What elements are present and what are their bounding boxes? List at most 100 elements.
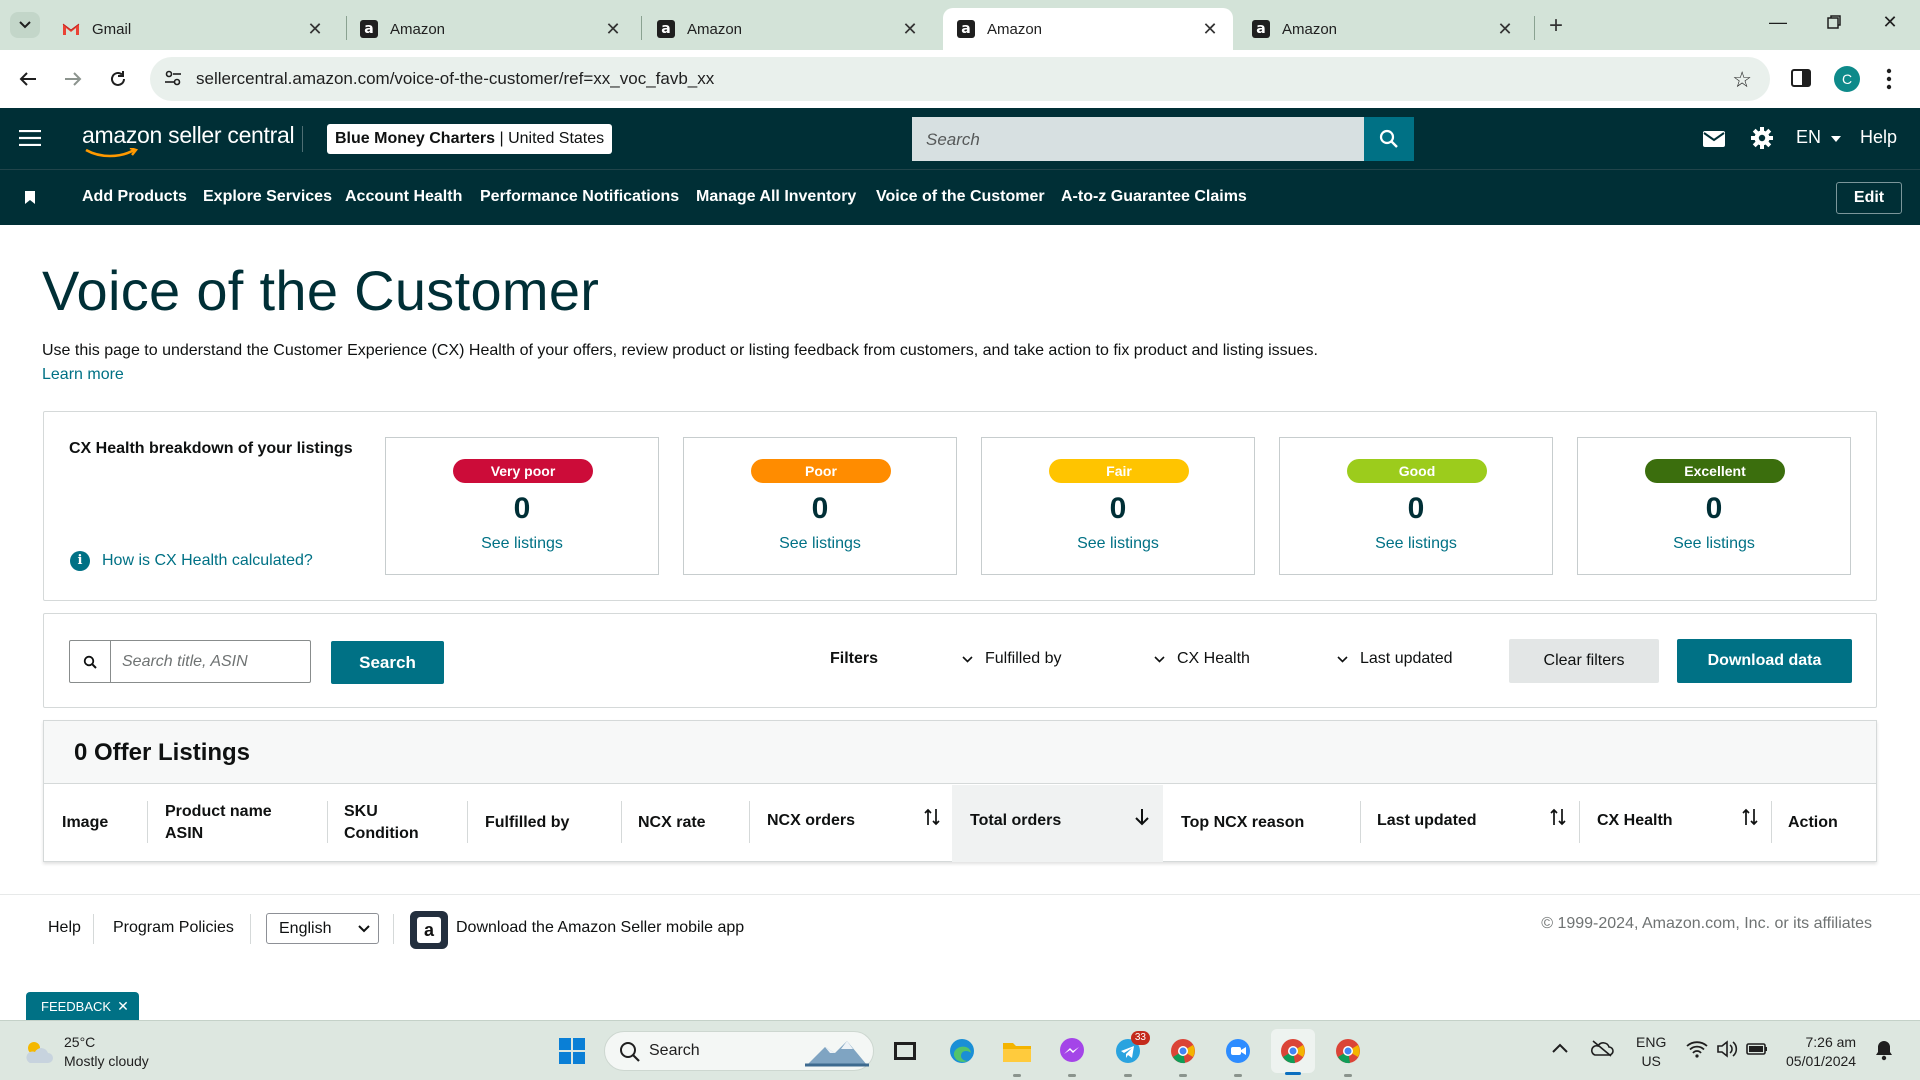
nav-voice-of-customer[interactable]: Voice of the Customer	[876, 188, 1045, 206]
close-icon[interactable]: ✕	[901, 19, 919, 40]
last-updated-dropdown[interactable]: Last updated	[1337, 650, 1453, 668]
window-close-icon[interactable]: ✕	[1878, 12, 1902, 33]
seller-central-logo[interactable]: amazon seller central	[82, 122, 295, 158]
new-tab-button[interactable]: +	[1542, 12, 1570, 40]
language-selector[interactable]: EN	[1796, 127, 1842, 148]
cx-health-help-link[interactable]: i How is CX Health calculated?	[70, 551, 313, 571]
folder-app-icon[interactable]	[1001, 1035, 1033, 1077]
taskbar-search-label: Search	[649, 1042, 700, 1059]
profile-avatar[interactable]: C	[1834, 66, 1860, 92]
close-icon[interactable]: ✕	[604, 19, 622, 40]
download-data-button[interactable]: Download data	[1677, 639, 1852, 683]
listing-count: 0	[513, 492, 531, 525]
listing-count: 0	[1407, 492, 1425, 525]
site-info-icon[interactable]	[164, 69, 182, 87]
windows-start-icon[interactable]	[556, 1035, 588, 1067]
tab-search-button[interactable]	[10, 12, 40, 38]
url-text[interactable]: sellercentral.amazon.com/voice-of-the-cu…	[196, 69, 714, 89]
tab-amazon-4[interactable]: a Amazon ✕	[1238, 8, 1528, 50]
column-header-cx-health[interactable]: CX Health	[1597, 810, 1673, 832]
battery-charging-icon[interactable]	[1746, 1041, 1768, 1057]
settings-gear-icon[interactable]	[1750, 126, 1774, 150]
address-bar[interactable]: sellercentral.amazon.com/voice-of-the-cu…	[150, 57, 1770, 101]
nav-performance-notifications[interactable]: Performance Notifications	[480, 188, 679, 206]
bookmark-icon[interactable]	[24, 190, 36, 205]
cx-health-dropdown[interactable]: CX Health	[1154, 650, 1250, 668]
messenger-app-icon[interactable]	[1056, 1035, 1088, 1077]
see-listings-link[interactable]: See listings	[386, 535, 658, 553]
bookmark-star-icon[interactable]: ☆	[1732, 67, 1752, 93]
see-listings-link[interactable]: See listings	[1280, 535, 1552, 553]
weather-widget[interactable]: 25°C Mostly cloudy	[22, 1033, 149, 1071]
sort-icon[interactable]	[1550, 807, 1566, 827]
download-app-link[interactable]: Download the Amazon Seller mobile app	[456, 919, 744, 937]
close-icon[interactable]: ✕	[306, 19, 324, 40]
zoom-app-icon[interactable]	[1222, 1035, 1254, 1077]
show-hidden-icons-chevron-icon[interactable]	[1552, 1043, 1568, 1053]
browser-menu-icon[interactable]	[1886, 68, 1892, 90]
mail-icon[interactable]	[1702, 130, 1726, 148]
sort-icon[interactable]	[924, 807, 940, 827]
volume-icon[interactable]	[1716, 1040, 1738, 1058]
column-header-ncx-orders[interactable]: NCX orders	[767, 810, 855, 832]
forward-icon[interactable]	[58, 64, 88, 94]
minimize-icon[interactable]: —	[1766, 12, 1790, 33]
nav-manage-inventory[interactable]: Manage All Inventory	[696, 188, 856, 206]
nav-a-to-z-claims[interactable]: A-to-z Guarantee Claims	[1061, 188, 1247, 206]
chrome-second-profile-icon[interactable]	[1332, 1035, 1364, 1077]
taskbar-search[interactable]: Search	[604, 1031, 874, 1071]
file-explorer-app-icon[interactable]	[889, 1035, 921, 1067]
see-listings-link[interactable]: See listings	[684, 535, 956, 553]
footer-program-policies-link[interactable]: Program Policies	[113, 919, 234, 937]
tab-amazon-1[interactable]: a Amazon ✕	[346, 8, 636, 50]
nav-add-products[interactable]: Add Products	[82, 188, 187, 206]
chrome-active-app-icon[interactable]	[1271, 1029, 1315, 1075]
telegram-app-icon[interactable]: 33	[1112, 1031, 1150, 1077]
close-icon[interactable]: ✕	[117, 998, 129, 1014]
nav-explore-services[interactable]: Explore Services	[203, 188, 332, 206]
learn-more-link[interactable]: Learn more	[42, 366, 124, 384]
header-help-link[interactable]: Help	[1860, 127, 1897, 148]
wifi-icon[interactable]	[1686, 1040, 1708, 1058]
region-code: US	[1641, 1053, 1661, 1069]
system-clock[interactable]: 7:26 am 05/01/2024	[1786, 1033, 1856, 1071]
tab-gmail[interactable]: Gmail ✕	[48, 8, 338, 50]
input-language-indicator[interactable]: ENG US	[1636, 1033, 1666, 1071]
column-label: Action	[1788, 814, 1838, 831]
back-icon[interactable]	[13, 64, 43, 94]
amazon-seller-app-icon[interactable]: a	[410, 911, 448, 949]
store-selector[interactable]: Blue Money Charters | United States	[327, 124, 613, 154]
restore-icon[interactable]	[1822, 12, 1846, 30]
side-panel-icon[interactable]	[1790, 67, 1812, 89]
listing-search-input[interactable]: Search title, ASIN	[69, 640, 311, 683]
tab-amazon-2[interactable]: a Amazon ✕	[643, 8, 933, 50]
header-search-placeholder: Search	[926, 130, 980, 149]
see-listings-link[interactable]: See listings	[982, 535, 1254, 553]
close-icon[interactable]: ✕	[1201, 19, 1219, 40]
column-header-last-updated[interactable]: Last updated	[1377, 810, 1477, 832]
edge-browser-icon[interactable]	[946, 1035, 978, 1067]
onedrive-offline-icon[interactable]	[1590, 1039, 1614, 1057]
notifications-bell-icon[interactable]	[1874, 1039, 1894, 1061]
hamburger-menu-icon[interactable]	[19, 130, 41, 146]
nav-account-health[interactable]: Account Health	[345, 188, 462, 206]
clear-filters-button[interactable]: Clear filters	[1509, 639, 1659, 683]
sort-descending-icon[interactable]	[1134, 807, 1150, 827]
search-button[interactable]: Search	[331, 641, 444, 684]
footer-help-link[interactable]: Help	[48, 919, 81, 937]
header-search[interactable]: Search	[912, 117, 1414, 161]
see-listings-link[interactable]: See listings	[1578, 535, 1850, 553]
edit-nav-button[interactable]: Edit	[1836, 182, 1902, 214]
fulfilled-by-dropdown[interactable]: Fulfilled by	[962, 650, 1061, 668]
footer-language-select[interactable]: English	[266, 913, 379, 944]
column-label: Image	[62, 814, 109, 831]
header-search-button[interactable]	[1364, 117, 1414, 161]
feedback-tab[interactable]: FEEDBACK ✕	[26, 992, 139, 1020]
sort-icon[interactable]	[1742, 807, 1758, 827]
reload-icon[interactable]	[103, 64, 133, 94]
chrome-profile-icon[interactable]	[1167, 1035, 1199, 1077]
tab-amazon-active[interactable]: a Amazon ✕	[943, 8, 1233, 50]
close-icon[interactable]: ✕	[1496, 19, 1514, 40]
column-header-total-orders[interactable]: Total orders	[970, 810, 1061, 832]
chevron-down-icon	[358, 925, 370, 933]
